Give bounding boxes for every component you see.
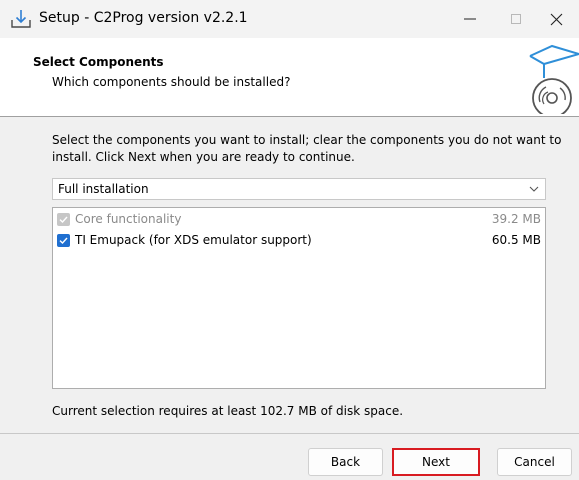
minimize-button[interactable] <box>447 0 493 38</box>
title-bar[interactable]: Setup - C2Prog version v2.2.1 <box>0 0 579 38</box>
core-functionality-label: Core functionality <box>75 212 182 226</box>
component-row-emupack[interactable]: TI Emupack (for XDS emulator support) 60… <box>55 231 543 251</box>
setup-install-icon <box>11 10 31 28</box>
next-button[interactable]: Next <box>392 448 480 476</box>
minimize-icon <box>464 18 476 20</box>
back-button[interactable]: Back <box>308 448 383 476</box>
header-divider <box>0 116 579 117</box>
install-box-disc-icon <box>529 44 579 114</box>
maximize-icon <box>511 14 521 24</box>
installation-type-dropdown[interactable]: Full installation <box>52 178 546 200</box>
checkmark-icon <box>59 216 68 224</box>
chevron-down-icon <box>529 186 539 192</box>
page-subtitle: Which components should be installed? <box>52 75 291 89</box>
core-functionality-size: 39.2 MB <box>491 212 541 226</box>
disk-space-status: Current selection requires at least 102.… <box>52 404 404 418</box>
core-functionality-checkbox[interactable] <box>57 213 70 226</box>
installation-type-value: Full installation <box>58 182 149 196</box>
instructions-text: Select the components you want to instal… <box>52 133 562 164</box>
ti-emupack-label: TI Emupack (for XDS emulator support) <box>75 233 312 247</box>
components-list[interactable]: Core functionality 39.2 MB TI Emupack (f… <box>52 207 546 389</box>
close-icon <box>550 13 562 25</box>
ti-emupack-checkbox[interactable] <box>57 234 70 247</box>
checkmark-icon <box>59 237 68 245</box>
window-title: Setup - C2Prog version v2.2.1 <box>39 10 248 26</box>
close-button[interactable] <box>533 0 579 38</box>
page-title: Select Components <box>33 55 164 69</box>
cancel-button[interactable]: Cancel <box>497 448 572 476</box>
component-row-core[interactable]: Core functionality 39.2 MB <box>55 210 543 230</box>
wizard-header: Select Components Which components shoul… <box>0 38 579 116</box>
ti-emupack-size: 60.5 MB <box>491 233 541 247</box>
footer-divider <box>0 433 579 434</box>
